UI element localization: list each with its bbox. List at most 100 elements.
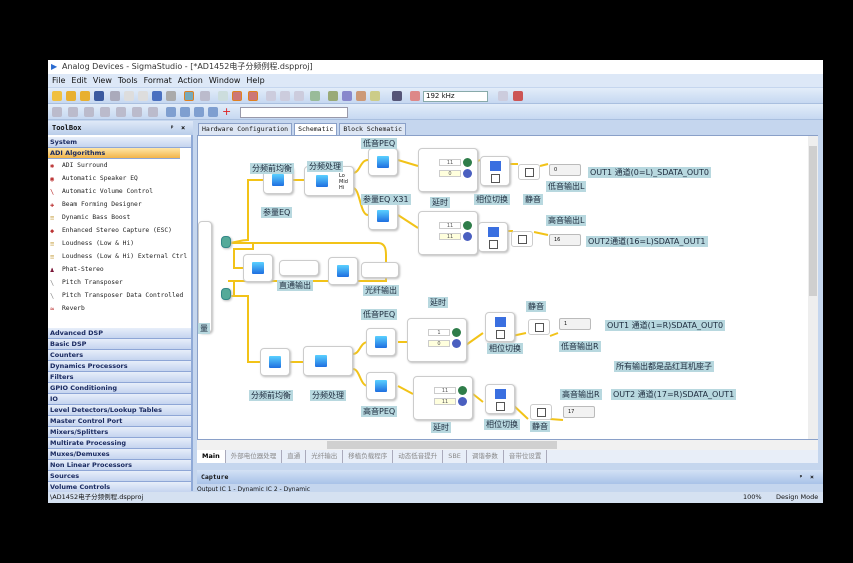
menu-file[interactable]: File <box>52 74 65 87</box>
tool-item[interactable]: \ Pitch Transposer Data Controlled <box>48 290 191 303</box>
category-non-linear[interactable]: Non Linear Processors <box>48 460 191 471</box>
phase-switch-block[interactable] <box>478 222 508 252</box>
output-select[interactable]: 0 <box>549 164 581 176</box>
category-adi-algorithms[interactable]: ADI Algorithms <box>48 148 180 159</box>
category-io[interactable]: IO <box>48 394 191 405</box>
category-basic-dsp[interactable]: Basic DSP <box>48 339 191 350</box>
sheet-tab[interactable]: SBE <box>443 450 467 463</box>
sequence-icon[interactable] <box>342 91 352 101</box>
eeprom-icon[interactable] <box>370 91 380 101</box>
save-icon[interactable] <box>94 91 104 101</box>
probe-icon[interactable] <box>310 91 320 101</box>
align-right-icon[interactable] <box>84 107 94 117</box>
delay-cur[interactable]: 11 <box>439 233 461 240</box>
bass-peq-block-l[interactable] <box>368 148 398 176</box>
align-center-icon[interactable] <box>68 107 78 117</box>
scroll-thumb[interactable] <box>809 146 817 296</box>
sheet-tab[interactable]: 音带位设置 <box>504 450 548 463</box>
tool-item[interactable]: ≈ Reverb <box>48 303 191 316</box>
compile-icon[interactable] <box>232 91 242 101</box>
output-select[interactable]: 17 <box>563 406 595 418</box>
fit-icon[interactable] <box>208 107 218 117</box>
splitter-node[interactable] <box>221 288 231 300</box>
category-system[interactable]: System <box>48 137 191 148</box>
grid-icon[interactable] <box>280 91 290 101</box>
sheet-tab[interactable]: 移植负载程序 <box>343 450 394 463</box>
sheet-tab[interactable]: 动态低音提升 <box>393 450 444 463</box>
phase-switch-block[interactable] <box>480 156 510 186</box>
tool-item[interactable]: ◆ Enhanced Stereo Capture (ESC) <box>48 225 191 238</box>
schematic-canvas[interactable]: Lo Mid Hi 11 0 11 11 10 11 11 0 16 1 17 低音P… <box>197 135 818 440</box>
format-select[interactable] <box>240 107 348 118</box>
bass-peq-block-r[interactable] <box>366 328 396 356</box>
phase-switch-block[interactable] <box>485 312 515 342</box>
mute-block[interactable] <box>528 319 550 335</box>
sheet-tab-main[interactable]: Main <box>197 450 226 463</box>
align-top-icon[interactable] <box>100 107 110 117</box>
layout-icon[interactable] <box>218 91 228 101</box>
tool-item[interactable]: ◉ Automatic Speaker EQ <box>48 173 191 186</box>
menu-edit[interactable]: Edit <box>71 74 87 87</box>
menu-format[interactable]: Format <box>144 74 172 87</box>
menu-help[interactable]: Help <box>246 74 264 87</box>
delay-block[interactable]: 11 11 <box>418 211 478 255</box>
settings-icon[interactable] <box>498 91 508 101</box>
category-mixers[interactable]: Mixers/Splitters <box>48 427 191 438</box>
align-bottom-icon[interactable] <box>116 107 126 117</box>
redo-icon[interactable] <box>166 91 176 101</box>
passthru-block[interactable] <box>279 260 319 276</box>
crossover-block-r[interactable] <box>303 346 353 376</box>
zoom-in-icon[interactable] <box>180 107 190 117</box>
tool-item[interactable]: ♟ Phat-Stereo <box>48 264 191 277</box>
distribute-icon[interactable] <box>148 107 158 117</box>
undo-icon[interactable] <box>152 91 162 101</box>
tool-item[interactable]: ≡ Dynamic Bass Boost <box>48 212 191 225</box>
sheet-tab[interactable]: 外部电位器处理 <box>226 450 283 463</box>
pre-eq-block-r[interactable] <box>260 348 290 376</box>
menu-view[interactable]: View <box>93 74 112 87</box>
category-filters[interactable]: Filters <box>48 372 191 383</box>
output-select[interactable]: 1 <box>559 318 591 330</box>
category-dynamics[interactable]: Dynamics Processors <box>48 361 191 372</box>
tool-item[interactable]: ≡ Loudness (Low & Hi) External Ctrl <box>48 251 191 264</box>
tool-item[interactable]: ✚ Beam Forming Designer <box>48 199 191 212</box>
zoom-out-icon[interactable] <box>194 107 204 117</box>
cut-icon[interactable] <box>110 91 120 101</box>
treble-peq-block-l[interactable] <box>368 202 398 230</box>
vertical-scrollbar[interactable] <box>808 136 818 439</box>
mute-block[interactable] <box>511 231 533 247</box>
category-multirate[interactable]: Multirate Processing <box>48 438 191 449</box>
tool-item[interactable]: \ Pitch Transposer <box>48 277 191 290</box>
open-folder-icon[interactable] <box>80 91 90 101</box>
tool-icon[interactable] <box>266 91 276 101</box>
pin-icon[interactable]: ᵖ <box>170 121 174 135</box>
category-gpio[interactable]: GPIO Conditioning <box>48 383 191 394</box>
link-mode-icon[interactable] <box>184 91 194 101</box>
space-icon[interactable] <box>132 107 142 117</box>
delay-block[interactable]: 10 <box>407 318 467 362</box>
delay-cur[interactable]: 0 <box>439 170 461 177</box>
menu-action[interactable]: Action <box>178 74 203 87</box>
delay-block[interactable]: 11 0 <box>418 148 478 192</box>
close-icon[interactable]: × <box>810 470 814 484</box>
close-icon[interactable]: × <box>181 121 185 135</box>
capture-icon[interactable] <box>328 91 338 101</box>
phase-switch-block[interactable] <box>485 384 515 414</box>
add-icon[interactable]: + <box>222 106 232 117</box>
sheet-tab[interactable]: 光纤输出 <box>306 450 344 463</box>
mute-block[interactable] <box>530 404 552 420</box>
category-muxes[interactable]: Muxes/Demuxes <box>48 449 191 460</box>
align-left-icon[interactable] <box>52 107 62 117</box>
tool-item[interactable]: ≡ Loudness (Low & Hi) <box>48 238 191 251</box>
download-icon[interactable] <box>248 91 258 101</box>
sheet-tab[interactable]: 调谐参数 <box>467 450 504 463</box>
pin-icon[interactable]: ᵖ <box>799 470 803 484</box>
tool-item[interactable]: \ Automatic Volume Control <box>48 186 191 199</box>
tool-item[interactable]: ✱ ADI Surround <box>48 160 191 173</box>
menu-window[interactable]: Window <box>209 74 241 87</box>
scroll-thumb[interactable] <box>327 441 557 449</box>
zoom-icon[interactable] <box>166 107 176 117</box>
sheet-tab[interactable]: 直通 <box>282 450 307 463</box>
category-counters[interactable]: Counters <box>48 350 191 361</box>
output-select[interactable]: 16 <box>549 234 581 246</box>
